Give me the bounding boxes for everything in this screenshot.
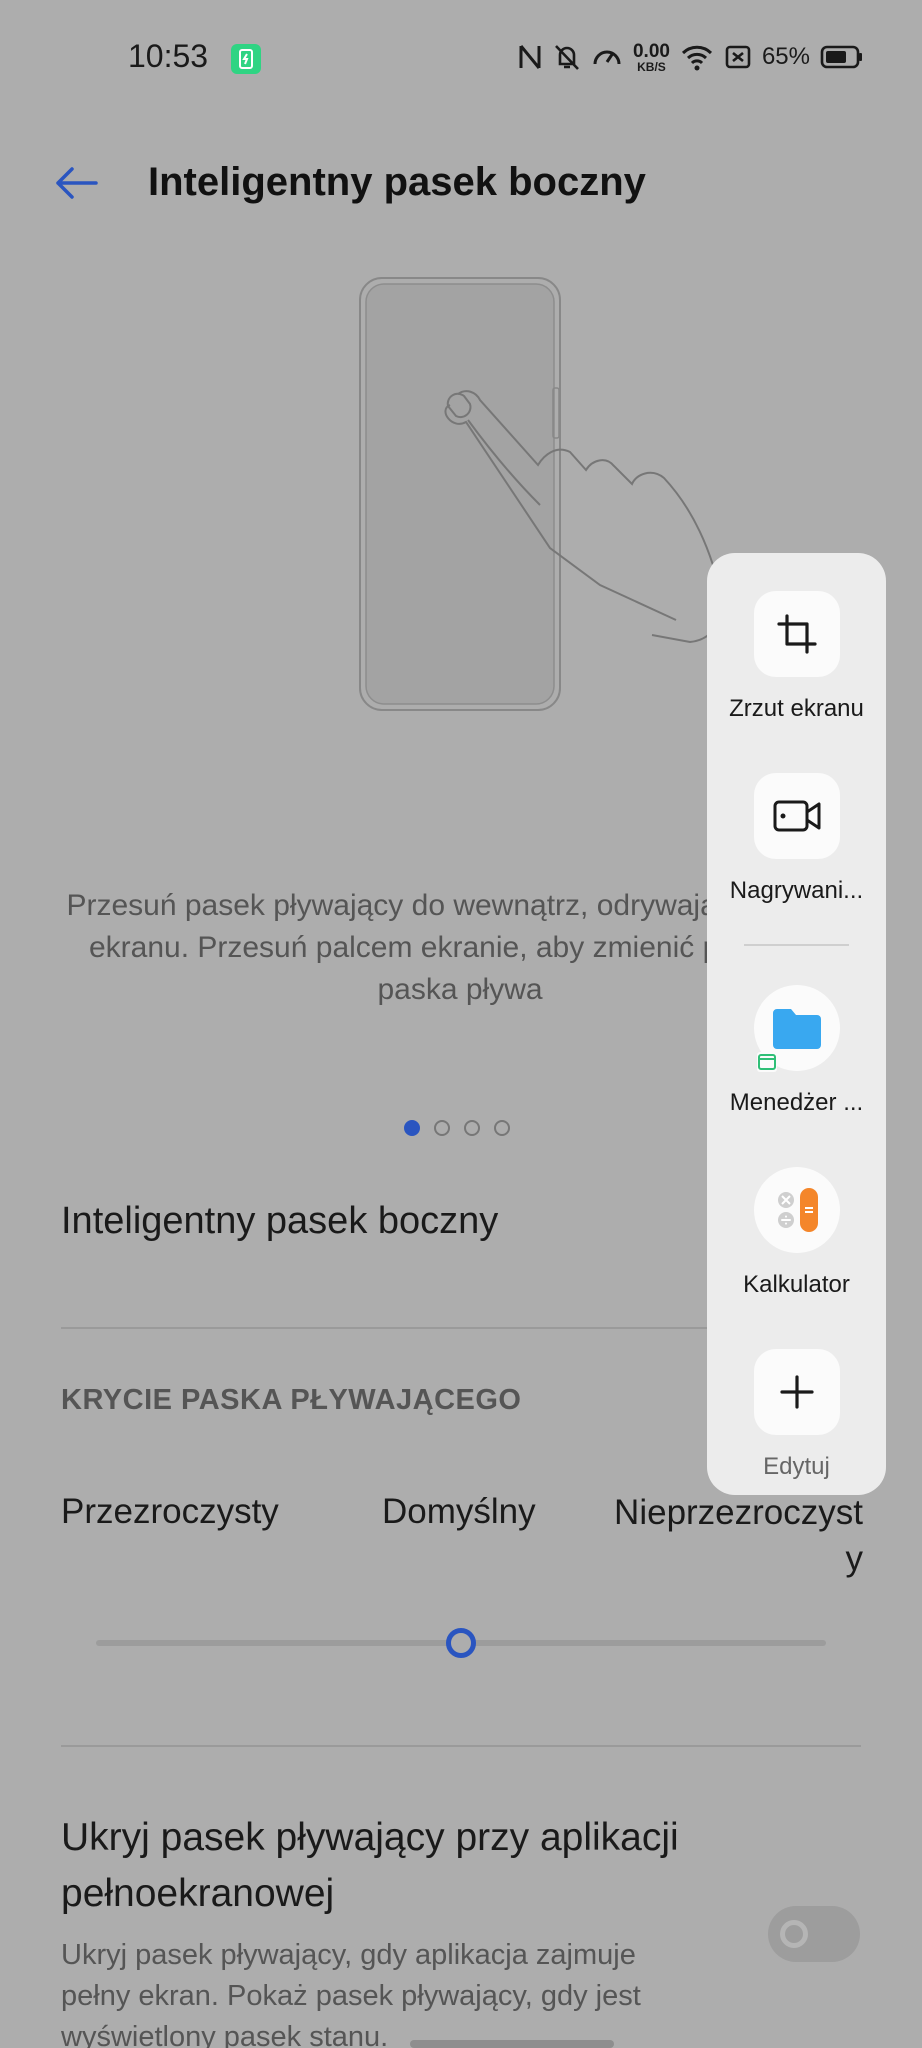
battery-percent: 65% (761, 43, 810, 70)
home-indicator[interactable] (410, 2040, 614, 2048)
page-dot-4[interactable] (494, 1120, 510, 1136)
sidebar-item-label: Edytuj (763, 1453, 830, 1480)
toggle-knob (780, 1920, 808, 1948)
nfc-icon (519, 45, 541, 69)
sidebar-item-edit[interactable]: Edytuj (707, 1349, 886, 1481)
file-manager-app[interactable] (753, 985, 840, 1072)
calculator-app[interactable] (753, 1167, 840, 1253)
network-speed-unit: KB/S (637, 59, 666, 74)
crop-icon (776, 614, 817, 654)
network-speed-value: 0.00 (632, 40, 670, 62)
page-dot-1[interactable] (404, 1120, 420, 1136)
calculator-icon (777, 1188, 818, 1232)
hide-fullscreen-description: Ukryj pasek pływający, gdy aplikacja zaj… (61, 1939, 641, 2048)
screenshot-tile[interactable] (753, 591, 840, 677)
folder-icon (772, 1009, 821, 1049)
sidebar-item-label: Kalkulator (743, 1271, 850, 1298)
sidebar-item-label: Nagrywani... (729, 877, 864, 904)
sidebar-item-calculator[interactable]: Kalkulator (707, 1167, 886, 1299)
sidebar-divider (744, 944, 849, 946)
sidebar-setting-label[interactable]: Inteligentny pasek boczny (61, 1200, 498, 1243)
status-icons: 0.00 KB/S 65% (517, 34, 864, 80)
opacity-section-header: KRYCIE PASKA PŁYWAJĄCEGO (61, 1384, 522, 1416)
speedometer-icon (593, 50, 621, 65)
screen-record-tile[interactable] (753, 773, 840, 859)
sidebar-item-screenshot[interactable]: Zrzut ekranu (707, 591, 886, 723)
hide-fullscreen-toggle[interactable] (768, 1906, 860, 1962)
page-indicator[interactable] (404, 1120, 510, 1136)
opacity-option-default[interactable]: Domyślny (382, 1492, 536, 1532)
sidebar-item-screen-record[interactable]: Nagrywani... (707, 773, 886, 905)
plus-icon (779, 1375, 814, 1409)
edit-tile[interactable] (753, 1349, 840, 1435)
screen-record-icon (773, 800, 820, 832)
window-badge-icon (756, 1052, 777, 1072)
battery-icon (820, 45, 862, 69)
sidebar-item-file-manager[interactable]: Menedżer ... (707, 985, 886, 1117)
opacity-option-transparent[interactable]: Przezroczysty (61, 1492, 279, 1532)
page-dot-2[interactable] (434, 1120, 450, 1136)
status-time: 10:53 (128, 38, 209, 74)
back-arrow-icon (56, 167, 98, 199)
charging-indicator-icon (231, 44, 261, 74)
opacity-option-opaque[interactable]: Nieprzezroczyst y (603, 1490, 863, 1582)
gesture-illustration (340, 270, 740, 730)
back-button[interactable] (52, 158, 102, 208)
wifi-icon (681, 45, 713, 71)
mute-bell-icon (555, 45, 579, 70)
divider (61, 1745, 861, 1747)
page-dot-3[interactable] (464, 1120, 480, 1136)
sidebar-item-label: Menedżer ... (729, 1089, 864, 1116)
no-sim-icon (725, 45, 751, 69)
hide-fullscreen-title: Ukryj pasek pływający przy aplikacji peł… (61, 1816, 679, 1915)
opacity-slider-thumb[interactable] (446, 1628, 476, 1658)
page-title: Inteligentny pasek boczny (148, 160, 646, 204)
floating-sidebar[interactable]: Zrzut ekranu Nagrywani... Menedżer ... K… (707, 553, 886, 1495)
network-speed: 0.00 KB/S (633, 42, 670, 73)
sidebar-item-label: Zrzut ekranu (729, 695, 864, 722)
